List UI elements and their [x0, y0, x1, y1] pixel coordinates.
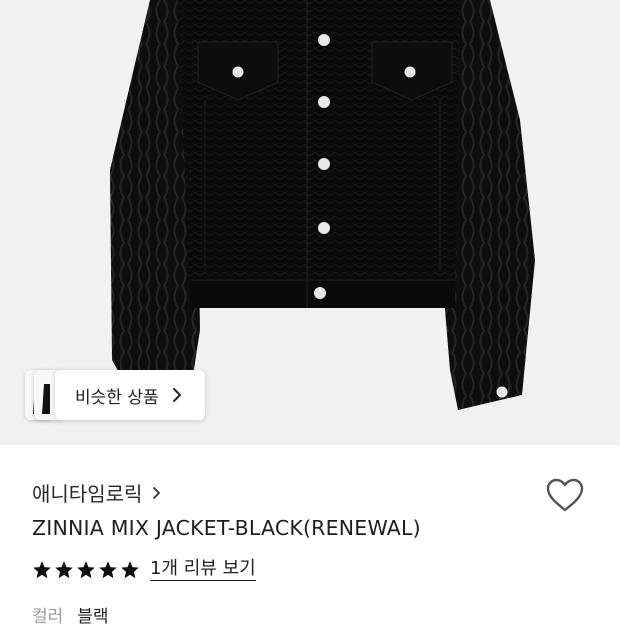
similar-products-widget[interactable]: 비슷한 상품: [25, 370, 205, 420]
star-filled-icon: [77, 560, 95, 578]
star-filled-icon: [121, 560, 139, 578]
brand-link[interactable]: 애니타임로릭: [32, 478, 162, 507]
chevron-right-icon: [172, 388, 181, 402]
product-title: ZINNIA MIX JACKET-BLACK(RENEWAL): [32, 516, 421, 540]
star-filled-icon: [55, 560, 73, 578]
similar-products-button[interactable]: 비슷한 상품: [55, 370, 205, 420]
rating-stars: [32, 560, 140, 580]
star-filled-icon: [33, 560, 51, 578]
rating-row: 1개 리뷰 보기: [32, 558, 256, 581]
color-value: 블랙: [77, 607, 109, 627]
color-label: 컬러: [32, 607, 64, 627]
heart-outline-icon[interactable]: [545, 476, 585, 516]
brand-name: 애니타임로릭: [32, 482, 143, 506]
star-filled-icon: [99, 560, 117, 578]
chevron-right-icon: [153, 486, 161, 499]
similar-products-label: 비슷한 상품: [75, 387, 159, 408]
color-option-row: 컬러 블랙: [32, 602, 109, 627]
review-link[interactable]: 1개 리뷰 보기: [150, 558, 256, 581]
